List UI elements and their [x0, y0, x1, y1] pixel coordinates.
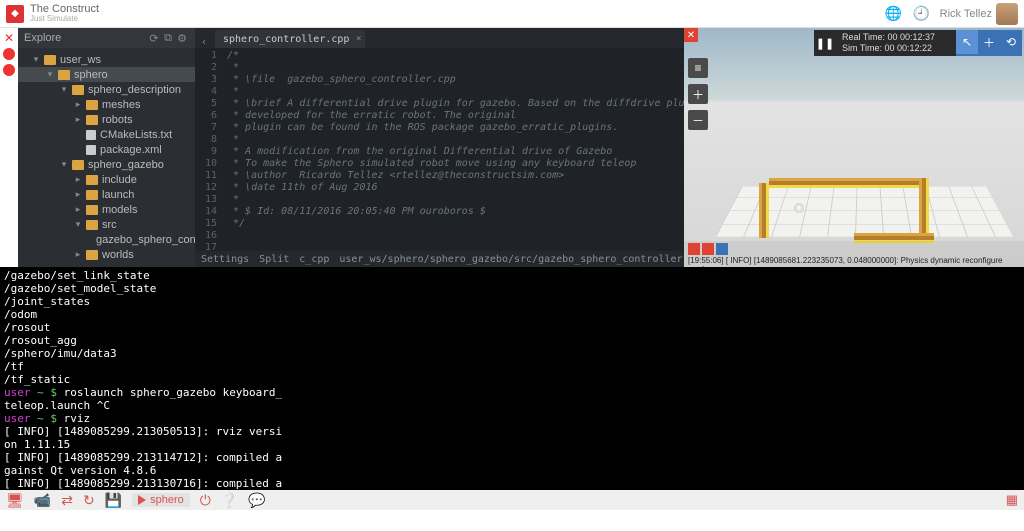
folder-icon [86, 205, 98, 215]
tab-label: sphero_controller.cpp [223, 34, 349, 45]
folder-icon [86, 220, 98, 230]
pause-button[interactable]: ❚❚ [814, 30, 836, 56]
monitor-icon[interactable]: 🖥 [6, 492, 24, 509]
sim-time-panel: Real Time: 00 00:12:37 Sim Time: 00 00:1… [836, 30, 956, 56]
menu-icon[interactable]: ≡ [688, 58, 708, 78]
tree-file-cmake[interactable]: CMakeLists.txt [18, 127, 195, 142]
scene-3d[interactable] [714, 88, 1014, 237]
folder-icon [86, 100, 98, 110]
refresh-icon[interactable]: ⟳ [147, 32, 161, 45]
tree-folder-sphero[interactable]: ▾sphero [18, 67, 195, 82]
chat-icon[interactable]: 💬 [248, 492, 265, 509]
folder-icon [58, 70, 70, 80]
apps-grid-icon[interactable]: ▦ [1006, 492, 1018, 508]
close-icon[interactable]: × [356, 34, 361, 44]
rosject-button[interactable]: sphero [132, 493, 190, 507]
tree-folder-sphero-description[interactable]: ▾sphero_description [18, 82, 195, 97]
split-button[interactable]: Split [259, 254, 289, 265]
real-time: Real Time: 00 00:12:37 [842, 32, 950, 43]
tree-folder-worlds[interactable]: ▸worlds [18, 247, 195, 262]
left-rail: ✕ [0, 28, 18, 267]
file-icon [86, 145, 96, 155]
globe-icon[interactable]: 🌐 [883, 3, 905, 25]
snapshot-icon[interactable] [716, 243, 728, 255]
rail-dot[interactable] [3, 64, 15, 76]
tree-folder-launch[interactable]: ▸launch [18, 187, 195, 202]
sim-time: Sim Time: 00 00:12:22 [842, 43, 950, 54]
close-icon[interactable]: ✕ [684, 28, 698, 42]
tab-scroll-left-icon[interactable]: ‹ [201, 37, 215, 48]
code-area[interactable]: /* * * \file gazebo_sphero_controller.cp… [221, 48, 684, 251]
close-icon[interactable]: ✕ [3, 32, 15, 44]
avatar[interactable] [996, 3, 1018, 25]
clock-icon[interactable]: 🕘 [911, 3, 933, 25]
gear-icon[interactable]: ⚙ [175, 32, 189, 45]
folder-icon [72, 160, 84, 170]
sphero-ball [794, 203, 804, 213]
zoom-in-icon[interactable]: ＋ [688, 84, 708, 104]
save-icon[interactable]: 💾 [105, 492, 122, 509]
add-tool-icon[interactable]: ＋ [978, 30, 1000, 54]
editor-tabbar: ‹ sphero_controller.cpp × [195, 28, 684, 48]
logo-icon: ◆ [6, 5, 24, 23]
file-path: user_ws/sphero/sphero_gazebo/src/gazebo_… [339, 254, 706, 265]
folder-icon [86, 250, 98, 260]
tree-file-package[interactable]: package.xml [18, 142, 195, 157]
logo-block: ◆ The Construct Just Simulate [6, 4, 99, 23]
tree-folder-src[interactable]: ▾src [18, 217, 195, 232]
user-name: Rick Tellez [940, 8, 992, 20]
editor-tab[interactable]: sphero_controller.cpp × [215, 30, 365, 48]
line-gutter: 1234567891011121314151617181920212223242… [195, 48, 221, 251]
file-icon [86, 130, 96, 140]
sim-viewport[interactable]: ✕ ❚❚ Real Time: 00 00:12:37 Sim Time: 00… [684, 28, 1024, 267]
record-icon[interactable] [688, 243, 700, 255]
tree-folder-user-ws[interactable]: ▾user_ws [18, 52, 195, 67]
topbar: ◆ The Construct Just Simulate 🌐 🕘 Rick T… [0, 0, 1024, 28]
bottom-toolbar: 🖥 📹 ⇄ ↻ 💾 sphero ⏻ ❔ 💬 ▦ [0, 490, 1024, 510]
tree-folder-include[interactable]: ▸include [18, 172, 195, 187]
settings-button[interactable]: Settings [201, 254, 249, 265]
help-icon[interactable]: ❔ [221, 492, 238, 509]
language-mode[interactable]: c_cpp [299, 254, 329, 265]
file-explorer: Explore ⟳ ⧉ ⚙ ▾user_ws ▾sphero ▾sphero_d… [18, 28, 195, 267]
video-icon[interactable]: 📹 [34, 492, 51, 509]
rosject-label: sphero [150, 494, 184, 506]
record-icon[interactable] [702, 243, 714, 255]
zoom-out-icon[interactable]: － [688, 110, 708, 130]
folder-icon [72, 85, 84, 95]
folder-icon [86, 115, 98, 125]
folder-icon [86, 175, 98, 185]
reset-tool-icon[interactable]: ⟲ [1000, 30, 1022, 54]
play-icon [138, 495, 146, 505]
tree-folder-models[interactable]: ▸models [18, 202, 195, 217]
tree-folder-meshes[interactable]: ▸meshes [18, 97, 195, 112]
tree-folder-robots[interactable]: ▸robots [18, 112, 195, 127]
share-icon[interactable]: ⇄ [61, 492, 73, 509]
rail-dot[interactable] [3, 48, 15, 60]
explorer-title: Explore [24, 32, 147, 44]
editor-statusbar: Settings Split c_cpp user_ws/sphero/sphe… [195, 251, 684, 267]
tree-folder-sphero-gazebo[interactable]: ▾sphero_gazebo [18, 157, 195, 172]
viewport-statusbar: [19:55:06] [ INFO] [1489085681.223235073… [684, 241, 1024, 267]
folder-icon [44, 55, 56, 65]
tree-file-controller[interactable]: gazebo_sphero_control [18, 232, 195, 247]
file-tree: ▾user_ws ▾sphero ▾sphero_description ▸me… [18, 48, 195, 266]
folder-icon [86, 190, 98, 200]
new-folder-icon[interactable]: ⧉ [161, 32, 175, 45]
power-icon[interactable]: ⏻ [200, 492, 211, 509]
refresh-icon[interactable]: ↻ [83, 492, 95, 509]
cursor-tool-icon[interactable]: ↖ [956, 30, 978, 54]
terminal[interactable]: /gazebo/set_link_state /gazebo/set_model… [0, 267, 1024, 490]
code-editor: ‹ sphero_controller.cpp × 12345678910111… [195, 28, 684, 267]
app-subtitle: Just Simulate [30, 15, 99, 23]
